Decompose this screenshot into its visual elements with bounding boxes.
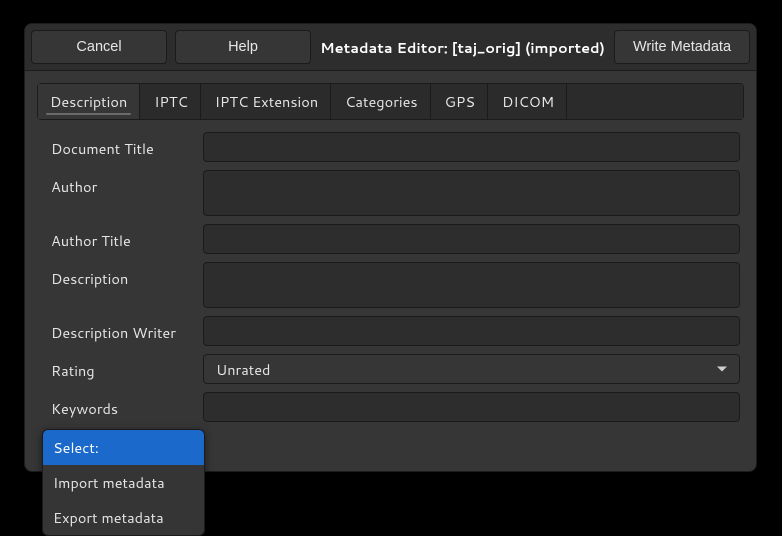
row-rating: Rating Unrated	[51, 354, 740, 384]
chevron-down-icon	[717, 367, 727, 372]
label-rating: Rating	[51, 354, 193, 381]
input-description[interactable]	[203, 262, 740, 308]
tab-bar: Description IPTC IPTC Extension Categori…	[37, 83, 744, 120]
tab-description[interactable]: Description	[38, 84, 140, 119]
input-author-title[interactable]	[203, 224, 740, 254]
tab-spacer	[569, 84, 743, 119]
label-description-writer: Description Writer	[51, 316, 193, 343]
popup-item-import-metadata[interactable]: Import metadata	[43, 465, 204, 500]
tab-categories[interactable]: Categories	[333, 84, 430, 119]
select-rating-value: Unrated	[216, 359, 270, 380]
label-author-title: Author Title	[51, 224, 193, 251]
tab-iptc[interactable]: IPTC	[142, 84, 201, 119]
label-author: Author	[51, 170, 193, 197]
input-document-title[interactable]	[203, 132, 740, 162]
dialog-title: Metadata Editor: [taj_orig] (imported)	[319, 37, 606, 58]
form-scroll-area[interactable]: Document Title Author Author Title Descr…	[37, 120, 744, 459]
select-rating[interactable]: Unrated	[203, 354, 740, 384]
row-document-title: Document Title	[51, 132, 740, 162]
input-author[interactable]	[203, 170, 740, 216]
input-description-writer[interactable]	[203, 316, 740, 346]
import-export-popup: Select: Import metadata Export metadata	[42, 429, 205, 536]
tab-iptc-extension[interactable]: IPTC Extension	[203, 84, 331, 119]
tab-dicom[interactable]: DICOM	[490, 84, 567, 119]
write-metadata-button[interactable]: Write Metadata	[614, 30, 750, 64]
label-keywords: Keywords	[51, 392, 193, 419]
dialog-header: Cancel Help Metadata Editor: [taj_orig] …	[25, 24, 756, 71]
row-keywords: Keywords	[51, 392, 740, 422]
row-author-title: Author Title	[51, 224, 740, 254]
row-description-writer: Description Writer	[51, 316, 740, 346]
label-description: Description	[51, 262, 193, 289]
cancel-button[interactable]: Cancel	[31, 30, 167, 64]
row-description: Description	[51, 262, 740, 308]
row-author: Author	[51, 170, 740, 216]
metadata-editor-dialog: Cancel Help Metadata Editor: [taj_orig] …	[24, 23, 757, 472]
popup-header: Select:	[43, 430, 204, 465]
tab-gps[interactable]: GPS	[433, 84, 488, 119]
dialog-body: Description IPTC IPTC Extension Categori…	[25, 71, 756, 471]
input-keywords[interactable]	[203, 392, 740, 422]
help-button[interactable]: Help	[175, 30, 311, 64]
label-document-title: Document Title	[51, 132, 193, 159]
